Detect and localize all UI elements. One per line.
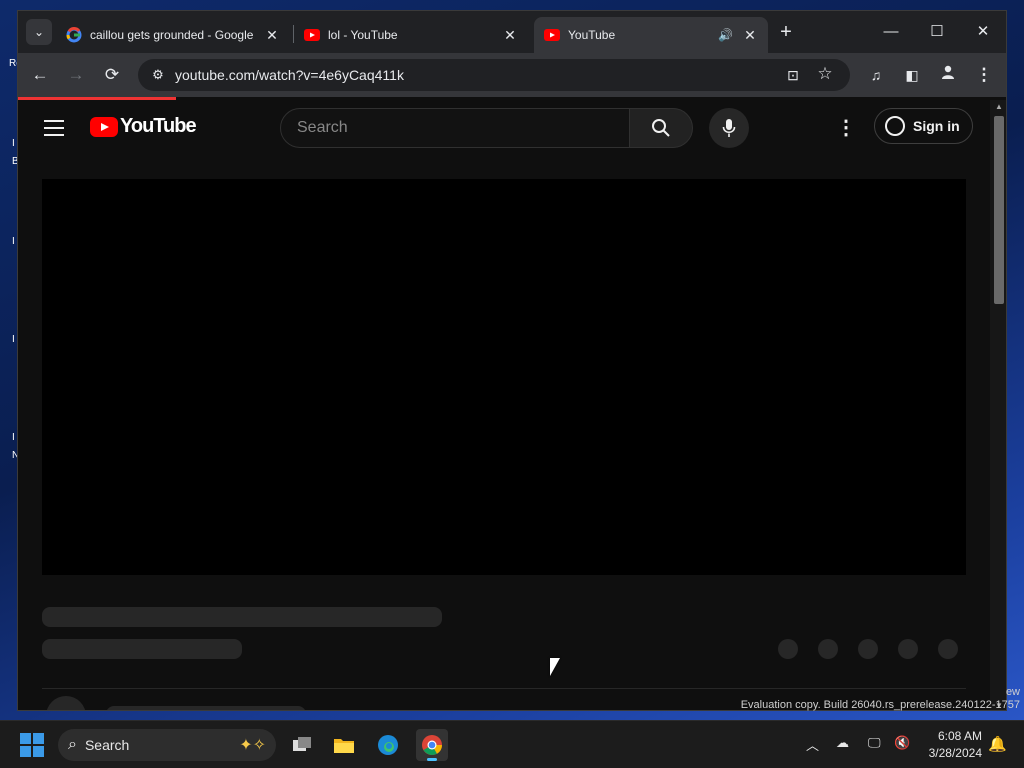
install-app-icon[interactable]: ⊡ xyxy=(782,64,804,86)
minimize-button[interactable]: — xyxy=(876,19,906,45)
side-panel-icon[interactable]: ◧ xyxy=(900,63,924,87)
action-placeholder xyxy=(778,639,798,659)
tab-title: YouTube xyxy=(568,28,616,42)
search-icon: ⌕ xyxy=(68,736,77,753)
sign-in-button[interactable]: Sign in xyxy=(874,108,973,144)
watermark-line: ew xyxy=(1005,686,1020,698)
chrome-window: ⌄ caillou gets grounded - Google ✕ lol -… xyxy=(17,10,1007,711)
hamburger-menu-icon[interactable] xyxy=(44,120,64,136)
clock[interactable]: 6:08 AM 3/28/2024 xyxy=(922,728,982,762)
video-player[interactable] xyxy=(42,179,966,575)
clock-date: 3/28/2024 xyxy=(928,746,982,760)
media-controls-icon[interactable]: ♫ xyxy=(864,63,888,87)
bookmark-star-icon[interactable]: ☆ xyxy=(814,63,836,85)
scrollbar-thumb[interactable] xyxy=(994,116,1004,304)
tab-title: lol - YouTube xyxy=(328,28,398,42)
network-icon[interactable]: 🖵 xyxy=(868,735,881,751)
tab-search-button[interactable]: ⌄ xyxy=(26,19,52,45)
tab-close-icon[interactable]: ✕ xyxy=(742,27,758,44)
profile-icon[interactable] xyxy=(936,63,960,87)
mouse-cursor-icon xyxy=(550,658,560,676)
tab-close-icon[interactable]: ✕ xyxy=(502,27,518,44)
taskbar: ⌕ Search ✦✧ ︿ ☁ 🖵 🔇 6:08 AM 3/28/2024 🔔 xyxy=(0,720,1024,768)
youtube-page: YouTube Search ⋮ Sign in xyxy=(18,100,990,710)
notification-bell-icon[interactable]: 🔔 xyxy=(988,735,1007,753)
onedrive-offline-icon[interactable]: ☁ xyxy=(836,735,849,751)
page-scrollbar[interactable]: ▲ ▼ xyxy=(990,100,1006,710)
more-options-icon[interactable]: ⋮ xyxy=(836,114,856,142)
close-window-button[interactable]: ✕ xyxy=(968,19,998,45)
title-placeholder xyxy=(42,607,442,627)
url-text[interactable]: youtube.com/watch?v=4e6yCaq411k xyxy=(175,67,404,83)
clock-time: 6:08 AM xyxy=(937,729,982,743)
tab-title: caillou gets grounded - Google xyxy=(90,28,254,42)
sign-in-label: Sign in xyxy=(913,118,960,134)
google-icon xyxy=(66,27,82,43)
windows-logo-icon xyxy=(20,733,31,744)
speaker-icon[interactable]: 🔊 xyxy=(718,28,736,42)
taskbar-search[interactable]: ⌕ Search ✦✧ xyxy=(58,729,276,761)
copilot-sparkle-icon: ✦✧ xyxy=(239,737,266,754)
start-button[interactable] xyxy=(20,733,44,757)
tab-google-search[interactable]: caillou gets grounded - Google ✕ xyxy=(56,17,290,53)
new-tab-button[interactable]: + xyxy=(776,22,796,43)
comment-placeholder xyxy=(106,706,306,710)
youtube-icon xyxy=(544,27,560,43)
microphone-icon[interactable] xyxy=(709,108,749,148)
youtube-play-icon xyxy=(90,116,118,137)
edge-icon[interactable] xyxy=(372,729,404,761)
active-app-indicator xyxy=(427,758,437,761)
youtube-logo-text: YouTube xyxy=(120,115,197,137)
evaluation-watermark: ew Evaluation copy. Build 26040.rs_prere… xyxy=(741,686,1020,712)
maximize-button[interactable]: ☐ xyxy=(922,19,952,45)
action-placeholder xyxy=(898,639,918,659)
watermark-line: Evaluation copy. Build 26040.rs_prerelea… xyxy=(740,699,1020,711)
reload-button[interactable]: ⟳ xyxy=(100,63,124,87)
chrome-menu-icon[interactable]: ⋮ xyxy=(972,63,996,87)
search-icon[interactable] xyxy=(629,108,693,148)
taskbar-search-label: Search xyxy=(84,737,130,753)
youtube-search-box[interactable]: Search xyxy=(280,108,693,148)
youtube-logo[interactable]: YouTube xyxy=(90,115,197,138)
file-explorer-icon[interactable] xyxy=(328,729,360,761)
tab-strip: ⌄ caillou gets grounded - Google ✕ lol -… xyxy=(18,11,1006,53)
chevron-down-icon: ⌄ xyxy=(33,25,45,39)
browser-toolbar: ← → ⟳ ⚙ youtube.com/watch?v=4e6yCaq411k … xyxy=(18,53,1006,97)
tab-youtube-active[interactable]: YouTube 🔊 ✕ xyxy=(534,17,768,53)
task-view-icon[interactable] xyxy=(286,729,318,761)
user-icon xyxy=(885,116,905,136)
address-bar[interactable]: ⚙ youtube.com/watch?v=4e6yCaq411k ⊡ ☆ xyxy=(138,59,850,91)
site-info-icon[interactable]: ⚙ xyxy=(148,65,168,85)
back-button[interactable]: ← xyxy=(28,63,52,87)
tab-close-icon[interactable]: ✕ xyxy=(264,27,280,44)
avatar-placeholder xyxy=(46,696,86,710)
action-placeholder xyxy=(938,639,958,659)
desktop-item-text[interactable]: Re xyxy=(9,58,22,72)
forward-button[interactable]: → xyxy=(64,63,88,87)
youtube-icon xyxy=(304,27,320,43)
scroll-up-arrow-icon[interactable]: ▲ xyxy=(995,102,1003,111)
chrome-icon[interactable] xyxy=(416,729,448,761)
search-input[interactable]: Search xyxy=(297,119,348,137)
show-hidden-icons-chevron-icon[interactable]: ︿ xyxy=(806,735,819,754)
volume-muted-icon[interactable]: 🔇 xyxy=(894,735,910,751)
action-placeholder xyxy=(858,639,878,659)
channel-placeholder xyxy=(42,639,242,659)
action-placeholder xyxy=(818,639,838,659)
tab-lol-youtube[interactable]: lol - YouTube ✕ xyxy=(294,17,528,53)
